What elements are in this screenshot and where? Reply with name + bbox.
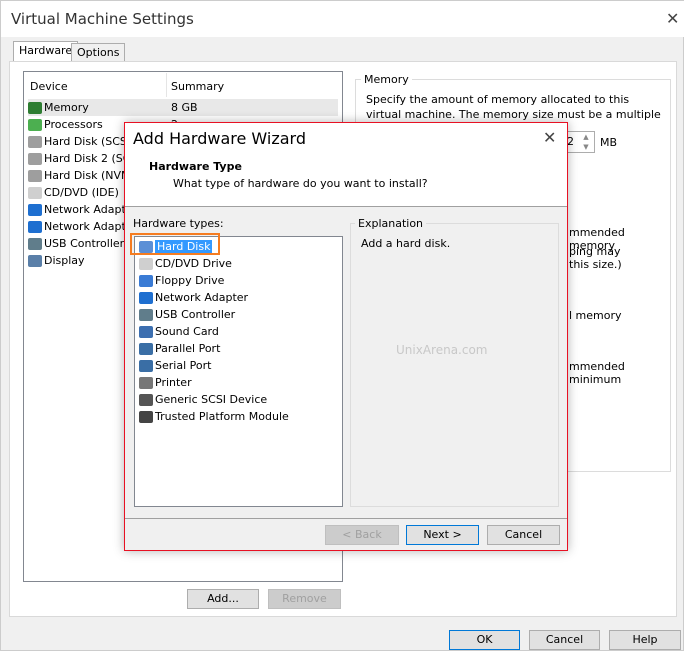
network-icon [28, 221, 42, 233]
hardware-type-item[interactable]: Sound Card [139, 323, 219, 340]
memory-unit: MB [600, 136, 618, 149]
printer-icon [139, 377, 153, 389]
usb-icon [28, 238, 42, 250]
network-icon [139, 292, 153, 304]
title-bar: Virtual Machine Settings ✕ [1, 1, 684, 37]
hard-disk-icon [28, 170, 42, 182]
hardware-type-item[interactable]: Generic SCSI Device [139, 391, 267, 408]
hardware-type-item[interactable]: Floppy Drive [139, 272, 224, 289]
hardware-types-label: Hardware types: [133, 217, 224, 230]
hardware-type-item[interactable]: Printer [139, 374, 192, 391]
add-hardware-wizard-dialog: Add Hardware Wizard ✕ Hardware Type What… [124, 122, 568, 551]
column-header-device[interactable]: Device [30, 80, 68, 93]
close-icon[interactable]: ✕ [666, 9, 679, 28]
wizard-cancel-button[interactable]: Cancel [487, 525, 560, 545]
watermark: UnixArena.com [396, 343, 488, 357]
tab-options[interactable]: Options [71, 43, 126, 62]
hardware-type-item[interactable]: Parallel Port [139, 340, 220, 357]
wizard-heading: Hardware Type [149, 160, 242, 173]
hardware-type-item[interactable]: Trusted Platform Module [139, 408, 289, 425]
add-button[interactable]: Add... [187, 589, 259, 609]
tab-hardware[interactable]: Hardware [13, 41, 79, 62]
size-note: this size.) [569, 258, 622, 271]
sound-icon [139, 326, 153, 338]
hardware-type-label: CD/DVD Drive [155, 257, 232, 270]
hardware-type-item[interactable]: Serial Port [139, 357, 211, 374]
serial-port-icon [139, 360, 153, 372]
parallel-port-icon [139, 343, 153, 355]
next-button[interactable]: Next > [406, 525, 479, 545]
device-name: Display [44, 254, 85, 267]
hardware-type-label: Trusted Platform Module [155, 410, 289, 423]
scsi-icon [139, 394, 153, 406]
device-name: Hard Disk (SCSI) [44, 135, 135, 148]
hardware-type-item[interactable]: Network Adapter [139, 289, 248, 306]
hardware-type-label: Parallel Port [155, 342, 221, 355]
device-row[interactable]: Memory 8 GB [28, 99, 338, 116]
guest-memory-label: l memory [569, 309, 622, 322]
explanation-group: Explanation Add a hard disk. UnixArena.c… [350, 217, 559, 507]
hardware-type-label: USB Controller [155, 308, 236, 321]
device-name: Processors [44, 118, 103, 131]
cancel-button[interactable]: Cancel [529, 630, 600, 650]
hardware-type-label: Network Adapter [155, 291, 249, 304]
device-summary: 8 GB [171, 101, 198, 114]
footer-divider [125, 518, 567, 519]
window-title: Virtual Machine Settings [11, 10, 194, 28]
device-name: Memory [44, 101, 89, 114]
swapping-note: ping may [569, 245, 621, 258]
device-name: CD/DVD (IDE) [44, 186, 119, 199]
network-icon [28, 204, 42, 216]
remove-button[interactable]: Remove [268, 589, 341, 609]
hard-disk-icon [28, 136, 42, 148]
hardware-type-label: Generic SCSI Device [155, 393, 268, 406]
explanation-label: Explanation [355, 217, 427, 230]
column-header-summary[interactable]: Summary [171, 80, 224, 93]
wizard-title: Add Hardware Wizard [133, 129, 306, 148]
memory-group-label: Memory [361, 73, 412, 86]
memory-spinner[interactable]: ▲ ▼ [578, 132, 594, 152]
ok-button[interactable]: OK [449, 630, 520, 650]
hardware-type-label: Printer [155, 376, 192, 389]
hardware-type-item[interactable]: USB Controller [139, 306, 235, 323]
back-button[interactable]: < Back [325, 525, 399, 545]
usb-icon [139, 309, 153, 321]
hardware-type-label: Serial Port [155, 359, 212, 372]
display-icon [28, 255, 42, 267]
device-name: USB Controller [44, 237, 125, 250]
hard-disk-icon [28, 153, 42, 165]
cd-icon [28, 187, 42, 199]
hardware-type-item[interactable]: CD/DVD Drive [139, 255, 232, 272]
tpm-icon [139, 411, 153, 423]
close-icon[interactable]: ✕ [543, 128, 556, 147]
hardware-type-label: Floppy Drive [155, 274, 225, 287]
hardware-type-label: Sound Card [155, 325, 219, 338]
column-divider [166, 73, 167, 97]
hardware-types-list[interactable]: Hard Disk CD/DVD Drive Floppy Drive Network… [134, 236, 343, 507]
help-button[interactable]: Help [609, 630, 681, 650]
wizard-subheading: What type of hardware do you want to ins… [173, 177, 428, 190]
explanation-text: Add a hard disk. [361, 237, 451, 250]
memory-icon [28, 102, 42, 114]
processor-icon [28, 119, 42, 131]
cd-icon [139, 258, 153, 270]
wizard-header: Add Hardware Wizard ✕ Hardware Type What… [125, 123, 567, 207]
floppy-icon [139, 275, 153, 287]
recommended-minimum-label: mmended minimum [569, 360, 625, 386]
selection-highlight-box [130, 233, 220, 255]
